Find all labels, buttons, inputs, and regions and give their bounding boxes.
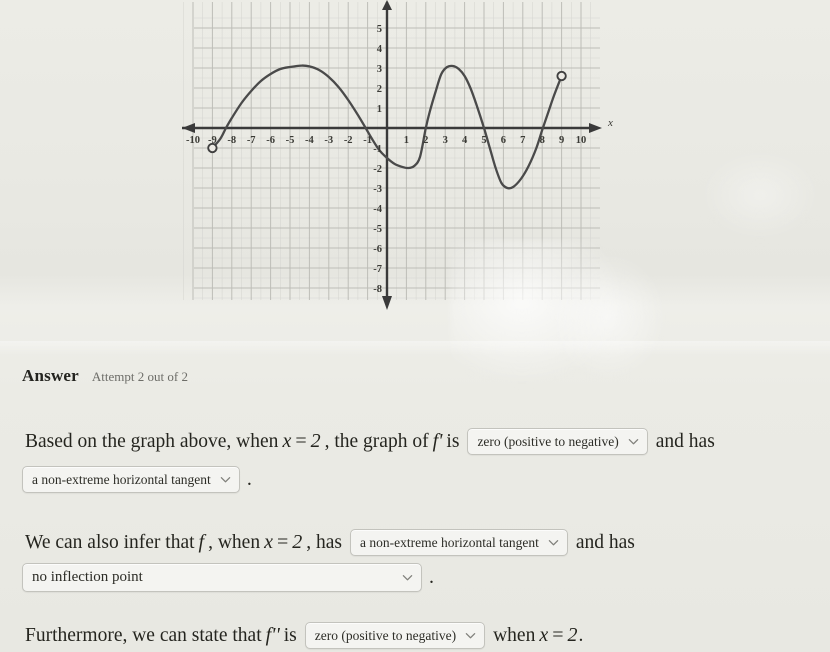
statement-line-3: We can also infer that f , when x = 2 , … [22, 529, 638, 556]
x-axis-label: x [607, 117, 613, 129]
q3-text-part2: is [283, 624, 297, 646]
q2-equals: = [276, 531, 289, 553]
x-tick--10: -10 [186, 135, 200, 146]
q2-value: 2 [292, 531, 303, 553]
chevron-down-icon [628, 436, 639, 447]
dropdown-fprime-behavior[interactable]: zero (positive to negative) [467, 428, 648, 455]
x-tick--4: -4 [305, 135, 314, 146]
dropdown-fprime-tangent-value: a non-extreme horizontal tangent [32, 471, 211, 487]
dropdown-inflection-point[interactable]: no inflection point [22, 563, 422, 592]
dropdown-fprime-tangent[interactable]: a non-extreme horizontal tangent [22, 466, 240, 493]
x-tick--6: -6 [266, 135, 275, 146]
x-tick--9: -9 [208, 135, 217, 146]
q2-function: f [198, 531, 205, 553]
x-tick-4: 4 [462, 135, 468, 146]
x-tick--1: -1 [363, 135, 372, 146]
q2-text-part4: and has [575, 531, 635, 553]
dropdown-f-tangent[interactable]: a non-extreme horizontal tangent [350, 529, 568, 556]
q1-equals: = [295, 430, 307, 452]
x-tick--7: -7 [247, 135, 256, 146]
x-tick-8: 8 [540, 135, 545, 146]
y-tick--5: -5 [373, 224, 382, 235]
x-tick--2: -2 [344, 135, 353, 146]
x-tick-9: 9 [559, 135, 564, 146]
dropdown-fdoubleprime-behavior[interactable]: zero (positive to negative) [304, 622, 486, 649]
q3-value: 2 [567, 624, 578, 646]
chevron-down-icon [465, 630, 476, 641]
y-tick-5: 5 [377, 24, 382, 35]
x-tick-5: 5 [481, 135, 486, 146]
q2-text-part1: We can also infer that [25, 531, 195, 553]
q1-period: . [246, 468, 252, 490]
statement-line-5: Furthermore, we can state that f'' is ze… [22, 622, 583, 649]
q2-text-part2: , when [208, 531, 261, 553]
q3-variable: x [539, 624, 549, 646]
q1-value: 2 [310, 430, 321, 452]
q2-text-part3: , has [306, 531, 343, 553]
chevron-down-icon [220, 474, 231, 485]
dropdown-inflection-point-value: no inflection point [32, 569, 143, 585]
y-axis-tick-labels: 5 4 3 2 1 -1 -2 -3 -4 -5 -6 -7 -8 [373, 24, 383, 295]
dropdown-fdoubleprime-behavior-value: zero (positive to negative) [314, 627, 457, 643]
coordinate-plane: -10 -9 -8 -7 -6 -5 -4 -3 -2 -1 1 2 3 4 5 6 7 8 9 10 5 4 3 2 1 -1… [182, 0, 613, 310]
x-tick-10: 10 [576, 135, 587, 146]
q3-equals: = [552, 624, 564, 646]
statement-line-4: no inflection point . [22, 563, 434, 592]
dropdown-f-tangent-value: a non-extreme horizontal tangent [360, 534, 539, 550]
y-tick-3: 3 [377, 64, 382, 75]
x-tick--3: -3 [324, 135, 333, 146]
y-tick-2: 2 [377, 84, 382, 95]
y-tick--3: -3 [373, 184, 382, 195]
y-tick--4: -4 [373, 204, 382, 215]
right-open-endpoint [556, 70, 567, 82]
q1-text-part4: and has [655, 430, 715, 452]
y-tick--6: -6 [373, 244, 382, 255]
x-tick--8: -8 [227, 135, 236, 146]
y-tick-4: 4 [377, 44, 383, 55]
q1-text-part1: Based on the graph above, when [25, 430, 279, 452]
q2-period: . [429, 566, 434, 588]
q3-text-part3: when [493, 624, 536, 646]
q3-text-part1: Furthermore, we can state that [25, 624, 262, 646]
statement-line-1: Based on the graph above, when x = 2 , t… [22, 428, 718, 455]
y-tick--2: -2 [373, 164, 382, 175]
y-tick--1: -1 [373, 144, 382, 155]
x-tick--5: -5 [286, 135, 295, 146]
q3-fdoubleprime: f'' [265, 624, 280, 646]
x-tick-2: 2 [423, 135, 428, 146]
axes [182, 0, 602, 310]
x-tick-6: 6 [501, 135, 506, 146]
x-tick-1: 1 [404, 135, 409, 146]
q1-fprime: f' [432, 430, 443, 452]
y-tick-1: 1 [377, 104, 382, 115]
q3-period: . [578, 624, 584, 646]
answer-label: Answer [22, 366, 79, 385]
q2-variable: x [264, 531, 273, 553]
minor-gridlines [182, 2, 600, 300]
q1-text-part2: , the graph of [324, 430, 429, 452]
q1-text-part3: is [446, 430, 460, 452]
x-tick-3: 3 [443, 135, 448, 146]
q1-variable: x [282, 430, 292, 452]
statement-line-2: a non-extreme horizontal tangent . [22, 466, 252, 493]
attempt-counter: Attempt 2 out of 2 [91, 369, 188, 384]
graph-figure: -10 -9 -8 -7 -6 -5 -4 -3 -2 -1 1 2 3 4 5 6 7 8 9 10 5 4 3 2 1 -1… [180, 0, 620, 312]
chevron-down-icon [402, 572, 413, 583]
y-tick--8: -8 [373, 284, 382, 295]
x-tick-7: 7 [520, 135, 525, 146]
y-tick--7: -7 [373, 264, 382, 275]
chevron-down-icon [548, 537, 559, 548]
answer-header: Answer Attempt 2 out of 2 [22, 366, 188, 386]
dropdown-fprime-behavior-value: zero (positive to negative) [477, 433, 619, 449]
